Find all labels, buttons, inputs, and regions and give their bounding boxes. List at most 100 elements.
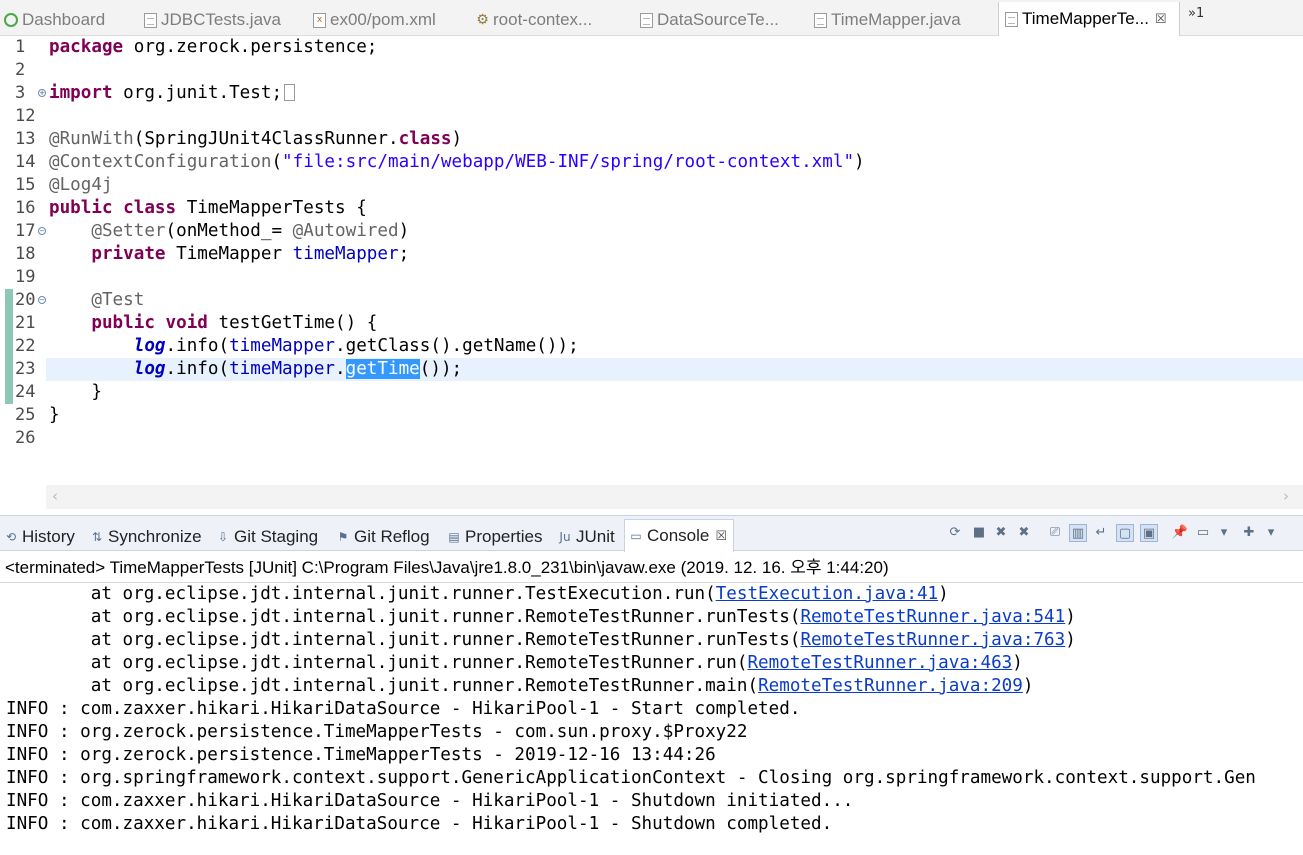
collapse-fold-icon[interactable]: − (38, 296, 46, 304)
remove-launch-icon[interactable]: ✖ (992, 524, 1010, 542)
code-editor[interactable]: 1 2 3 12 13 14 15 16 17 18 19 20 21 22 2… (0, 36, 1303, 511)
stop-icon[interactable]: ■ (970, 524, 988, 542)
source-link[interactable]: RemoteTestRunner.java:541 (800, 607, 1065, 627)
pin-console-icon[interactable]: 📌 (1171, 524, 1189, 542)
log-line: INFO : com.zaxxer.hikari.HikariDataSourc… (6, 699, 801, 719)
tab-junit[interactable]: Ju JUnit (558, 522, 614, 552)
open-console-icon[interactable]: ✚ (1240, 524, 1258, 542)
tab-git-reflog[interactable]: ⚑ Git Reflog (336, 522, 430, 552)
code-line: @ContextConfiguration("file:src/main/web… (49, 152, 865, 172)
log-line: INFO : com.zaxxer.hikari.HikariDataSourc… (6, 791, 854, 811)
source-link[interactable]: RemoteTestRunner.java:763 (800, 630, 1065, 650)
code-line: } (49, 405, 60, 425)
tab-console[interactable]: ▭ Console ☒ (624, 519, 735, 552)
tab-root-context[interactable]: ⚙ root-contex... (476, 4, 624, 36)
line-number: 20 (15, 290, 36, 310)
terminate-icon[interactable]: ⟳ (946, 524, 964, 542)
horizontal-scrollbar[interactable]: ‹ › (46, 485, 1303, 509)
code-line: @Log4j (49, 175, 113, 195)
remove-all-launches-icon[interactable]: ✖ (1015, 524, 1033, 542)
java-file-icon (144, 12, 157, 28)
line-number: 26 (15, 428, 36, 448)
properties-icon: ▤ (448, 530, 460, 544)
display-console-icon[interactable]: ▭ (1194, 524, 1212, 542)
line-number: 16 (15, 198, 36, 218)
tab-synchronize[interactable]: ⇅ Synchronize (90, 522, 202, 552)
tab-history[interactable]: ⟲ History (4, 522, 75, 552)
source-link[interactable]: RemoteTestRunner.java:209 (758, 676, 1023, 696)
collapse-fold-icon[interactable]: − (38, 227, 46, 235)
junit-icon: Ju (559, 530, 571, 544)
tab-label: TimeMapper.java (831, 10, 961, 29)
scroll-right-icon[interactable]: › (1283, 487, 1289, 505)
tab-label: JDBCTests.java (161, 10, 281, 29)
line-number: 19 (15, 267, 36, 287)
code-line: public void testGetTime() { (91, 313, 378, 333)
source-link[interactable]: RemoteTestRunner.java:463 (747, 653, 1012, 673)
log-line: INFO : com.zaxxer.hikari.HikariDataSourc… (6, 814, 833, 834)
tab-timemapper[interactable]: TimeMapper.java (814, 4, 984, 36)
text-selection[interactable]: getTime (345, 359, 420, 379)
view-tab-bar: ⟲ History ⇅ Synchronize ⇩ Git Staging ⚑ … (0, 515, 1303, 552)
code-text-area[interactable]: package org.zerock.persistence; import o… (46, 36, 1303, 485)
tab-label: TimeMapperTe... (1022, 9, 1149, 28)
java-file-icon (640, 12, 653, 28)
tab-overflow-button[interactable]: »1 (1188, 6, 1204, 21)
line-number: 2 (15, 60, 26, 80)
line-number: 13 (15, 129, 36, 149)
source-link[interactable]: TestExecution.java:41 (716, 584, 938, 604)
expand-fold-icon[interactable]: + (38, 89, 46, 97)
line-number: 21 (15, 313, 36, 333)
code-line: package org.zerock.persistence; (49, 37, 378, 57)
show-on-output-icon[interactable]: ▢ (1116, 524, 1134, 542)
tab-jdbctests[interactable]: JDBCTests.java (144, 4, 294, 36)
tab-datasourcetests[interactable]: DataSourceTe... (640, 4, 790, 36)
console-icon: ▭ (630, 529, 642, 543)
code-line: @RunWith(SpringJUnit4ClassRunner.class) (49, 129, 463, 149)
line-number: 25 (15, 405, 36, 425)
dashboard-icon (4, 13, 18, 27)
clear-console-icon[interactable]: ⎚ (1046, 524, 1064, 542)
tab-timemappertests[interactable]: TimeMapperTe... ☒ (998, 2, 1180, 36)
word-wrap-icon[interactable]: ↵ (1092, 524, 1110, 542)
line-number-ruler: 1 2 3 12 13 14 15 16 17 18 19 20 21 22 2… (0, 36, 46, 485)
code-line: @Test (91, 290, 145, 310)
tab-label: ex00/pom.xml (330, 10, 436, 29)
show-on-error-icon[interactable]: ▣ (1140, 524, 1158, 542)
scroll-left-icon[interactable]: ‹ (52, 487, 58, 505)
stack-trace-line: at org.eclipse.jdt.internal.junit.runner… (6, 607, 1076, 627)
tab-dashboard[interactable]: Dashboard (4, 4, 132, 36)
line-number: 23 (15, 359, 36, 379)
line-number: 14 (15, 152, 36, 172)
xml-file-icon: x (313, 12, 326, 28)
scroll-lock-icon[interactable]: ▥ (1069, 524, 1087, 542)
collapsed-imports-marker[interactable] (284, 84, 296, 101)
stack-trace-line: at org.eclipse.jdt.internal.junit.runner… (6, 630, 1076, 650)
chevron-down-icon[interactable]: ▾ (1215, 524, 1233, 542)
console-output[interactable]: at org.eclipse.jdt.internal.junit.runner… (0, 582, 1303, 855)
history-icon: ⟲ (5, 530, 17, 544)
line-number: 18 (15, 244, 36, 264)
view-menu-icon[interactable]: ▾ (1262, 524, 1280, 542)
tab-git-staging[interactable]: ⇩ Git Staging (216, 522, 318, 552)
close-icon[interactable]: ☒ (1155, 12, 1167, 27)
close-icon[interactable]: ☒ (715, 529, 727, 544)
log-line: INFO : org.zerock.persistence.TimeMapper… (6, 745, 716, 765)
code-line: log.info(timeMapper.getTime()); (133, 359, 463, 379)
tab-label: DataSourceTe... (657, 10, 779, 29)
line-number: 24 (15, 382, 36, 402)
tab-label: root-contex... (493, 10, 593, 29)
code-line: public class TimeMapperTests { (49, 198, 367, 218)
view-tab-label: Git Reflog (354, 527, 430, 546)
stack-trace-line: at org.eclipse.jdt.internal.junit.runner… (6, 653, 1023, 673)
view-tab-label: Console (647, 526, 710, 545)
line-number: 15 (15, 175, 36, 195)
spring-config-icon: ⚙ (476, 11, 489, 28)
code-line: @Setter(onMethod_= @Autowired) (91, 221, 410, 241)
code-line: log.info(timeMapper.getClass().getName()… (133, 336, 579, 356)
tab-properties[interactable]: ▤ Properties (447, 522, 542, 552)
line-number: 1 (15, 37, 26, 57)
tab-pom-xml[interactable]: x ex00/pom.xml (313, 4, 461, 36)
line-number: 22 (15, 336, 36, 356)
view-tab-label: Properties (465, 527, 543, 546)
